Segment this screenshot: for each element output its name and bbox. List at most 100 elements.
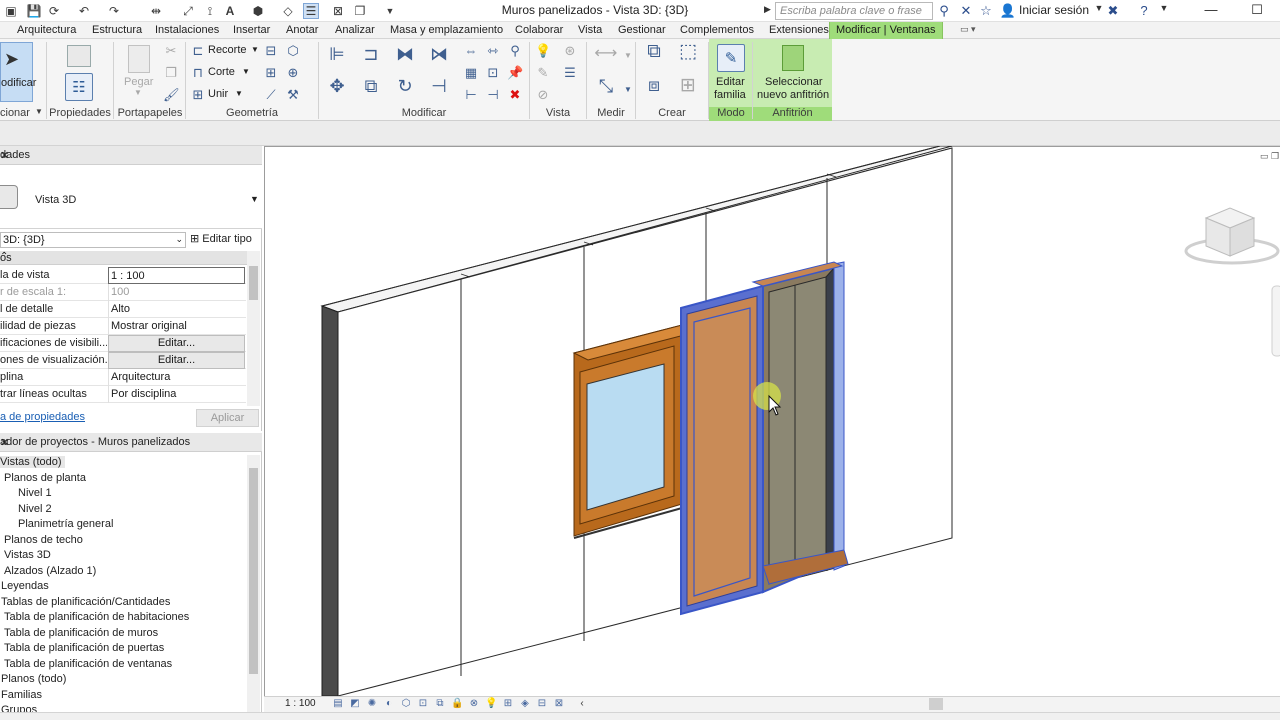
tree-item-tabla-ventanas[interactable]: Tabla de planificación de ventanas bbox=[4, 658, 172, 670]
create-assembly-icon[interactable]: ⧉ bbox=[642, 42, 666, 68]
select-dropdown-icon[interactable]: ▼ bbox=[34, 107, 44, 121]
measure-icon[interactable]: ⇹ bbox=[148, 3, 164, 19]
override-icon[interactable]: ⊛ bbox=[562, 43, 578, 59]
tab-masa-emplazamiento[interactable]: Masa y emplazamiento bbox=[390, 24, 503, 36]
shadows-icon[interactable]: ◐ bbox=[383, 698, 395, 710]
create-group-icon[interactable]: ⧈ bbox=[642, 76, 666, 102]
close-icon[interactable]: ✕ bbox=[0, 149, 258, 162]
tree-item-vistas-3d[interactable]: Vistas 3D bbox=[4, 549, 51, 561]
measure-distance-icon[interactable]: ⟷ bbox=[592, 46, 620, 62]
instance-selector[interactable]: 3D: {3D} ⌄ bbox=[0, 232, 186, 248]
tab-extensiones[interactable]: Extensiones bbox=[769, 24, 829, 36]
switch-windows-icon[interactable]: ❐ bbox=[352, 3, 368, 19]
property-group-header[interactable]: os ⌃ bbox=[0, 251, 248, 265]
measure-dropdown-icon[interactable]: ▼ bbox=[620, 48, 636, 64]
temp-view-props-icon[interactable]: ⊞ bbox=[502, 698, 514, 710]
tab-estructura[interactable]: Estructura bbox=[92, 24, 142, 36]
extend-icon[interactable]: ⊣ bbox=[485, 87, 501, 103]
tab-complementos[interactable]: Complementos bbox=[680, 24, 754, 36]
search-input[interactable]: Escriba palabra clave o frase bbox=[775, 2, 933, 20]
minimize-icon[interactable]: — bbox=[1188, 0, 1234, 22]
tab-instalaciones[interactable]: Instalaciones bbox=[155, 24, 219, 36]
unpin-icon[interactable]: ⚲ bbox=[507, 43, 523, 59]
property-value[interactable]: Alto bbox=[108, 301, 245, 318]
join-label[interactable]: Unir bbox=[208, 88, 228, 100]
properties-button[interactable]: ☷ bbox=[62, 72, 96, 102]
cut-geometry-label[interactable]: Corte bbox=[208, 66, 235, 78]
tree-item-tablas-planificacion[interactable]: Tablas de planificación/Cantidades bbox=[1, 596, 170, 608]
tree-item-planimetria[interactable]: Planimetría general bbox=[18, 518, 113, 530]
property-value[interactable]: Por disciplina bbox=[108, 386, 245, 403]
tab-colaborar[interactable]: Colaborar bbox=[515, 24, 563, 36]
match-properties-icon[interactable]: 🖌 bbox=[163, 87, 180, 103]
cut-geometry-dropdown-icon[interactable]: ▼ bbox=[242, 67, 250, 76]
property-row-hidden-lines[interactable]: trar líneas ocultas Por disciplina bbox=[0, 386, 246, 403]
search-expand-icon[interactable]: ▶ bbox=[764, 4, 774, 18]
signin-button[interactable]: Iniciar sesión bbox=[1019, 3, 1089, 17]
modify-button[interactable]: ➤ odificar bbox=[0, 42, 36, 102]
reveal-constraints-icon[interactable]: ⊠ bbox=[553, 698, 565, 710]
apply-button[interactable]: Aplicar bbox=[196, 409, 259, 427]
tree-item-tabla-puertas[interactable]: Tabla de planificación de puertas bbox=[4, 642, 164, 654]
dimension-icon[interactable]: ⤢ bbox=[180, 3, 196, 19]
join-dropdown-icon[interactable]: ▼ bbox=[235, 89, 243, 98]
beam-join-icon[interactable]: ⟋ bbox=[263, 87, 279, 103]
3d-model-canvas[interactable]: ▭ ❐ bbox=[264, 146, 1280, 696]
linework-icon[interactable]: ✎ bbox=[535, 65, 551, 81]
hammer-icon[interactable]: ⚒ bbox=[285, 87, 301, 103]
type-selector[interactable]: Vista 3D ▼ bbox=[0, 165, 262, 229]
type-properties-button[interactable] bbox=[62, 44, 96, 68]
cope-dropdown-icon[interactable]: ▼ bbox=[251, 45, 259, 54]
aligned-dimension-icon[interactable]: ⤡ bbox=[592, 77, 620, 100]
paint-icon[interactable]: ⊞ bbox=[263, 65, 279, 81]
qat-dropdown-icon[interactable]: ▼ bbox=[382, 3, 398, 19]
dimension-dropdown-icon[interactable]: ▼ bbox=[620, 82, 636, 98]
tree-item-planos-planta[interactable]: Planos de planta bbox=[4, 472, 86, 484]
help-dropdown-icon[interactable]: ▼ bbox=[1155, 3, 1173, 19]
array-icon[interactable]: ▦ bbox=[463, 65, 479, 81]
tree-item-tabla-habitaciones[interactable]: Tabla de planificación de habitaciones bbox=[4, 611, 189, 623]
tab-gestionar[interactable]: Gestionar bbox=[618, 24, 666, 36]
tree-item-alzados[interactable]: Alzados (Alzado 1) bbox=[4, 565, 96, 577]
cut-icon[interactable]: ✂ bbox=[163, 43, 179, 59]
property-row-parts-visibility[interactable]: ilidad de piezas Mostrar original bbox=[0, 318, 246, 335]
temp-hide-icon[interactable]: ⊗ bbox=[468, 698, 480, 710]
property-row-scale[interactable]: la de vista 1 : 100 bbox=[0, 267, 246, 284]
split-icon[interactable]: ⇔ bbox=[463, 43, 479, 59]
properties-scrollbar-thumb[interactable] bbox=[249, 266, 258, 300]
demolish-icon[interactable]: ⊕ bbox=[285, 65, 301, 81]
analysis-display-icon[interactable]: ◈ bbox=[519, 698, 531, 710]
split-face-icon[interactable]: ⬡ bbox=[285, 43, 301, 59]
tree-item-nivel-1[interactable]: Nivel 1 bbox=[18, 487, 52, 499]
3d-view-icon[interactable]: ⬢ bbox=[250, 3, 266, 19]
tab-vista[interactable]: Vista bbox=[578, 24, 602, 36]
trim-extend-icon[interactable]: ⊣ bbox=[428, 77, 450, 100]
lock-view-icon[interactable]: 🔒 bbox=[451, 698, 463, 710]
property-value[interactable]: 1 : 100 bbox=[108, 267, 245, 284]
tab-modificar-ventanas[interactable]: Modificar | Ventanas bbox=[829, 22, 943, 39]
viewport-restore-icon[interactable]: ▭ ❐ bbox=[1260, 151, 1279, 161]
section-icon[interactable]: ◇ bbox=[280, 3, 296, 19]
hide-bulb-icon[interactable]: 💡 bbox=[535, 43, 551, 59]
undo-icon[interactable]: ↶ bbox=[76, 3, 92, 19]
subscription-icon[interactable]: ✕ bbox=[957, 3, 975, 19]
navigation-bar[interactable] bbox=[1271, 285, 1280, 357]
render-icon[interactable]: ⬡ bbox=[400, 698, 412, 710]
property-row-display-options[interactable]: ones de visualización... Editar... bbox=[0, 352, 246, 369]
join-icon[interactable]: ⊞ bbox=[190, 87, 206, 103]
tree-item-leyendas[interactable]: Leyendas bbox=[1, 580, 49, 592]
pin-icon[interactable]: 📌 bbox=[507, 65, 523, 81]
visual-style-icon[interactable]: ◩ bbox=[349, 698, 361, 710]
crop-view-icon[interactable]: ⊡ bbox=[417, 698, 429, 710]
edit-display-button[interactable]: Editar... bbox=[108, 352, 245, 369]
view-scale-label[interactable]: 1 : 100 bbox=[285, 698, 316, 709]
scale-icon[interactable]: ⊡ bbox=[485, 65, 501, 81]
copy-elements-icon[interactable]: ⧉ bbox=[360, 77, 382, 100]
sync-icon[interactable]: ⟳ bbox=[46, 3, 62, 19]
maximize-icon[interactable]: ☐ bbox=[1234, 0, 1280, 22]
favorites-icon[interactable]: ☆ bbox=[977, 3, 995, 19]
paste-button[interactable] bbox=[122, 42, 156, 76]
rotate-icon[interactable]: ↻ bbox=[394, 77, 416, 100]
thin-line-icon[interactable]: ☰ bbox=[562, 65, 578, 81]
ribbon-minimize-icon[interactable]: ▭ ▾ bbox=[960, 24, 976, 35]
